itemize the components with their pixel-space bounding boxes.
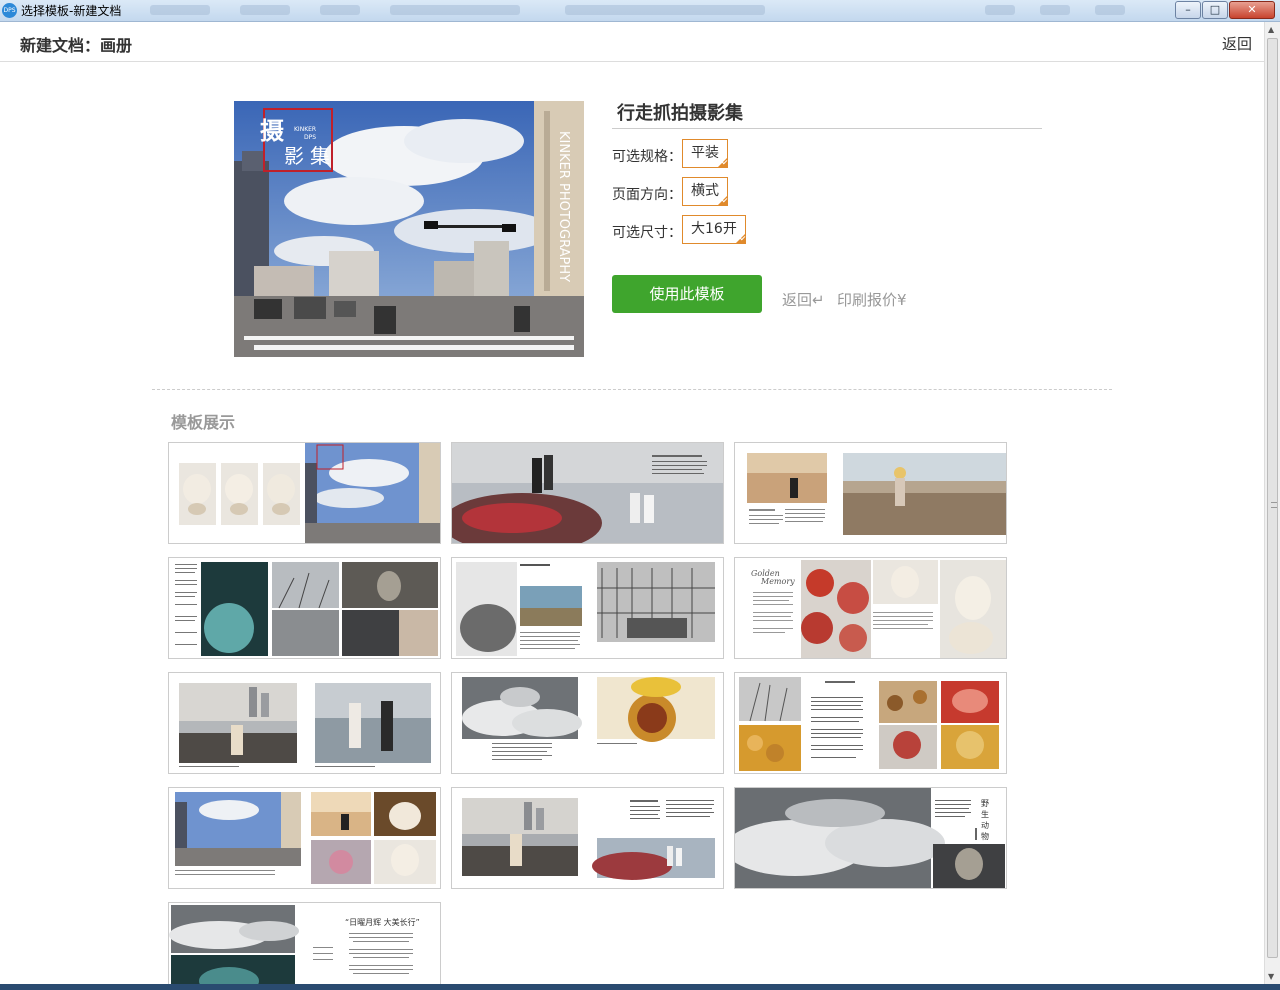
svg-text:生: 生 xyxy=(981,809,989,819)
minimize-button[interactable]: – xyxy=(1175,1,1201,19)
page-title: 新建文档：画册 xyxy=(20,36,133,55)
svg-text:KINKER: KINKER xyxy=(294,126,316,133)
orientation-option[interactable]: 横式 xyxy=(682,177,728,206)
svg-text:“日曜月辉 大美长行”: “日曜月辉 大美长行” xyxy=(345,917,420,927)
template-thumbnail-12[interactable]: 野 生 动 物 xyxy=(734,787,1007,889)
app-icon: DPS xyxy=(2,3,17,18)
spec-value: 平装 xyxy=(691,145,719,161)
template-cover-image: 摄 KINKER DPS 影 集 KINKER PHOTOGRAPHY xyxy=(234,101,584,357)
svg-text:影: 影 xyxy=(284,144,304,168)
svg-text:摄: 摄 xyxy=(260,116,285,145)
back-button[interactable]: 返回 xyxy=(1222,33,1252,54)
template-thumbnail-3[interactable] xyxy=(734,442,1007,544)
check-icon xyxy=(734,233,746,244)
gallery-title: 模板展示 xyxy=(171,413,236,432)
scroll-down-icon[interactable]: ▼ xyxy=(1268,972,1274,981)
orientation-value: 横式 xyxy=(691,183,719,199)
template-thumbnail-1[interactable] xyxy=(168,442,441,544)
template-thumbnail-6[interactable]: Golden Memory xyxy=(734,557,1007,659)
template-thumbnail-4[interactable] xyxy=(168,557,441,659)
template-thumbnail-8[interactable] xyxy=(451,672,724,774)
check-icon xyxy=(717,157,728,168)
window-title-bar: DPS 选择模板-新建文档 – □ ✕ xyxy=(0,0,1280,22)
close-button[interactable]: ✕ xyxy=(1229,1,1275,19)
check-icon xyxy=(717,195,728,206)
window-title: 选择模板-新建文档 xyxy=(21,4,122,18)
size-option[interactable]: 大16开 xyxy=(682,215,746,244)
template-thumbnail-2[interactable] xyxy=(451,442,724,544)
spec-option[interactable]: 平装 xyxy=(682,139,728,168)
scrollbar-thumb[interactable] xyxy=(1267,38,1278,958)
template-title: 行走抓拍摄影集 xyxy=(617,103,743,124)
template-thumbnail-7[interactable] xyxy=(168,672,441,774)
svg-text:动: 动 xyxy=(981,820,989,830)
orientation-label: 页面方向： xyxy=(612,187,682,203)
svg-text:野: 野 xyxy=(981,799,989,808)
title-divider xyxy=(612,128,1042,129)
taskbar xyxy=(0,984,1280,990)
scroll-up-icon[interactable]: ▲ xyxy=(1268,25,1274,34)
template-thumbnail-11[interactable] xyxy=(451,787,724,889)
template-thumbnail-9[interactable] xyxy=(734,672,1007,774)
template-thumbnail-10[interactable] xyxy=(168,787,441,889)
section-divider xyxy=(152,389,1112,390)
svg-text:DPS: DPS xyxy=(304,134,316,141)
svg-text:Memory: Memory xyxy=(760,577,795,586)
svg-text:集: 集 xyxy=(310,144,330,168)
maximize-button[interactable]: □ xyxy=(1202,1,1228,19)
size-value: 大16开 xyxy=(691,221,737,237)
size-label: 可选尺寸： xyxy=(612,225,682,241)
vertical-scrollbar[interactable]: ▲ ▼ xyxy=(1264,22,1280,990)
template-thumbnail-13[interactable]: “日曜月辉 大美长行” xyxy=(168,902,441,988)
page-header: 新建文档：画册 返回 xyxy=(0,22,1264,62)
svg-text:KINKER PHOTOGRAPHY: KINKER PHOTOGRAPHY xyxy=(556,131,571,282)
svg-text:物: 物 xyxy=(981,831,989,841)
use-template-button[interactable]: 使用此模板 xyxy=(612,275,762,313)
spec-label: 可选规格： xyxy=(612,149,682,165)
return-link[interactable]: 返回↵ xyxy=(782,289,825,310)
print-quote-link[interactable]: 印刷报价¥ xyxy=(837,289,907,310)
template-thumbnail-5[interactable] xyxy=(451,557,724,659)
